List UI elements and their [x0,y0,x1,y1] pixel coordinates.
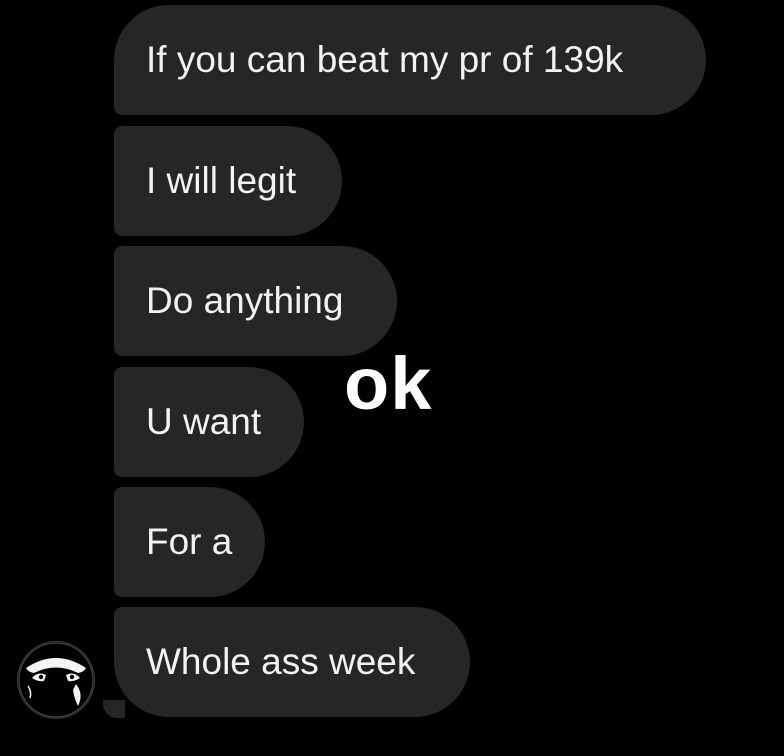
message-text: Do anything [146,280,344,321]
message-bubble[interactable]: U want [114,367,304,477]
bubble-tail [103,700,125,718]
message-text: For a [146,521,233,562]
message-bubble[interactable]: Whole ass week [114,607,470,717]
masked-face-icon [18,642,94,718]
message-text: I will legit [146,160,297,201]
message-bubble[interactable]: Do anything [114,246,397,356]
message-text: Whole ass week [146,641,416,682]
message-bubble[interactable]: If you can beat my pr of 139k [114,5,706,115]
message-thread: If you can beat my pr of 139k I will leg… [0,0,784,756]
message-text: U want [146,401,262,442]
message-bubble[interactable]: I will legit [114,126,342,236]
message-bubble[interactable]: For a [114,487,265,597]
sender-avatar[interactable] [18,642,94,718]
overlay-caption: ok [344,342,433,425]
message-text: If you can beat my pr of 139k [146,39,624,80]
